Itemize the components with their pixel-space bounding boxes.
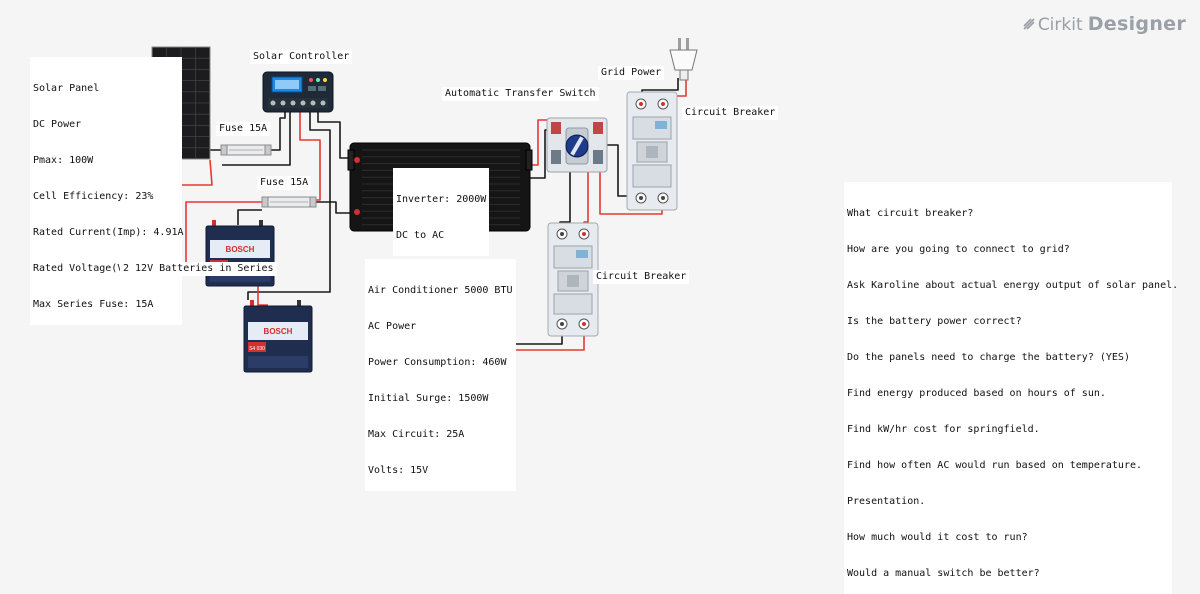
inverter-line: Inverter: 2000W bbox=[396, 194, 487, 205]
fuse-1-label: Fuse 15A bbox=[216, 122, 271, 136]
controller-terminal[interactable] bbox=[270, 100, 276, 106]
automatic-transfer-switch[interactable] bbox=[546, 117, 608, 173]
fuse-2[interactable] bbox=[261, 196, 317, 208]
grid-power-label: Grid Power bbox=[598, 66, 665, 80]
battery-top[interactable]: BOSCH S4 030 bbox=[205, 220, 275, 287]
battery-brand-bottom: BOSCH bbox=[264, 327, 293, 336]
ats-label: Automatic Transfer Switch bbox=[442, 87, 599, 101]
spec-line: DC Power bbox=[33, 119, 82, 130]
wire-fuse1-controller[interactable] bbox=[268, 108, 286, 151]
spec-line: Rated Current(Imp): 4.91A bbox=[33, 227, 184, 238]
fuse-2-label: Fuse 15A bbox=[257, 176, 312, 190]
wire-battery-black-top[interactable] bbox=[237, 209, 262, 225]
solar-panel-spec-label: Solar Panel DC Power Pmax: 100W Cell Eff… bbox=[30, 57, 184, 325]
note-line: Find energy produced based on hours of s… bbox=[847, 388, 1106, 399]
batteries-label: 2 12V Batteries in Series bbox=[120, 262, 277, 276]
circuit-breaker-top-label: Circuit Breaker bbox=[682, 106, 779, 120]
ac-line: Volts: 15V bbox=[368, 465, 429, 476]
cirkit-designer-logo: Cirkit Designer bbox=[1022, 13, 1186, 35]
note-line: Presentation. bbox=[847, 496, 926, 507]
battery-model-bottom: S4 030 bbox=[249, 346, 265, 352]
solar-controller-label: Solar Controller bbox=[250, 50, 353, 64]
ac-line: Air Conditioner 5000 BTU bbox=[368, 285, 513, 296]
inverter-label: Inverter: 2000W DC to AC bbox=[393, 168, 490, 256]
note-line: Find how often AC would run based on tem… bbox=[847, 460, 1143, 471]
controller-terminal[interactable] bbox=[310, 100, 316, 106]
air-conditioner-spec-label: Air Conditioner 5000 BTU AC Power Power … bbox=[365, 259, 516, 491]
spec-line: Pmax: 100W bbox=[33, 155, 94, 166]
circuit-breaker-bottom[interactable] bbox=[547, 222, 599, 337]
note-line: Find kW/hr cost for springfield. bbox=[847, 424, 1040, 435]
note-line: Do the panels need to charge the battery… bbox=[847, 352, 1130, 363]
wire-ats-breaker2-black[interactable] bbox=[559, 170, 571, 230]
wire-fuse2-black[interactable] bbox=[316, 201, 352, 214]
note-line: Ask Karoline about actual energy output … bbox=[847, 280, 1179, 291]
circuit-breaker-bottom-label: Circuit Breaker bbox=[593, 270, 690, 284]
project-notes: What circuit breaker? How are you going … bbox=[844, 182, 1179, 594]
battery-bottom[interactable]: BOSCH S4 030 bbox=[243, 300, 313, 373]
note-line: What circuit breaker? bbox=[847, 208, 974, 219]
spec-line: Cell Efficiency: 23% bbox=[33, 191, 154, 202]
spec-line: Max Series Fuse: 15A bbox=[33, 299, 154, 310]
controller-terminal[interactable] bbox=[280, 100, 286, 106]
ac-line: Power Consumption: 460W bbox=[368, 357, 507, 368]
note-line: How much would it cost to run? bbox=[847, 532, 1028, 543]
controller-terminal[interactable] bbox=[320, 100, 326, 106]
wire-ats-breaker2-red[interactable] bbox=[583, 170, 589, 230]
note-line: Is the battery power correct? bbox=[847, 316, 1022, 327]
ac-line: Initial Surge: 1500W bbox=[368, 393, 489, 404]
logo-bold-text: Designer bbox=[1087, 13, 1186, 35]
logo-light-text: Cirkit bbox=[1037, 15, 1083, 35]
controller-terminal[interactable] bbox=[290, 100, 296, 106]
note-line: How are you going to connect to grid? bbox=[847, 244, 1070, 255]
spec-line: Solar Panel bbox=[33, 83, 100, 94]
ac-line: AC Power bbox=[368, 321, 417, 332]
circuit-breaker-top[interactable] bbox=[626, 91, 678, 211]
grid-plug[interactable] bbox=[669, 38, 698, 81]
ac-line: Max Circuit: 25A bbox=[368, 429, 465, 440]
controller-terminal[interactable] bbox=[300, 100, 306, 106]
inverter-line: DC to AC bbox=[396, 230, 445, 241]
fuse-1[interactable] bbox=[220, 144, 272, 156]
solar-controller[interactable] bbox=[262, 71, 334, 113]
battery-brand-top: BOSCH bbox=[226, 245, 255, 254]
note-line: Would a manual switch be better? bbox=[847, 568, 1040, 579]
cirkit-logo-icon bbox=[1023, 18, 1035, 30]
